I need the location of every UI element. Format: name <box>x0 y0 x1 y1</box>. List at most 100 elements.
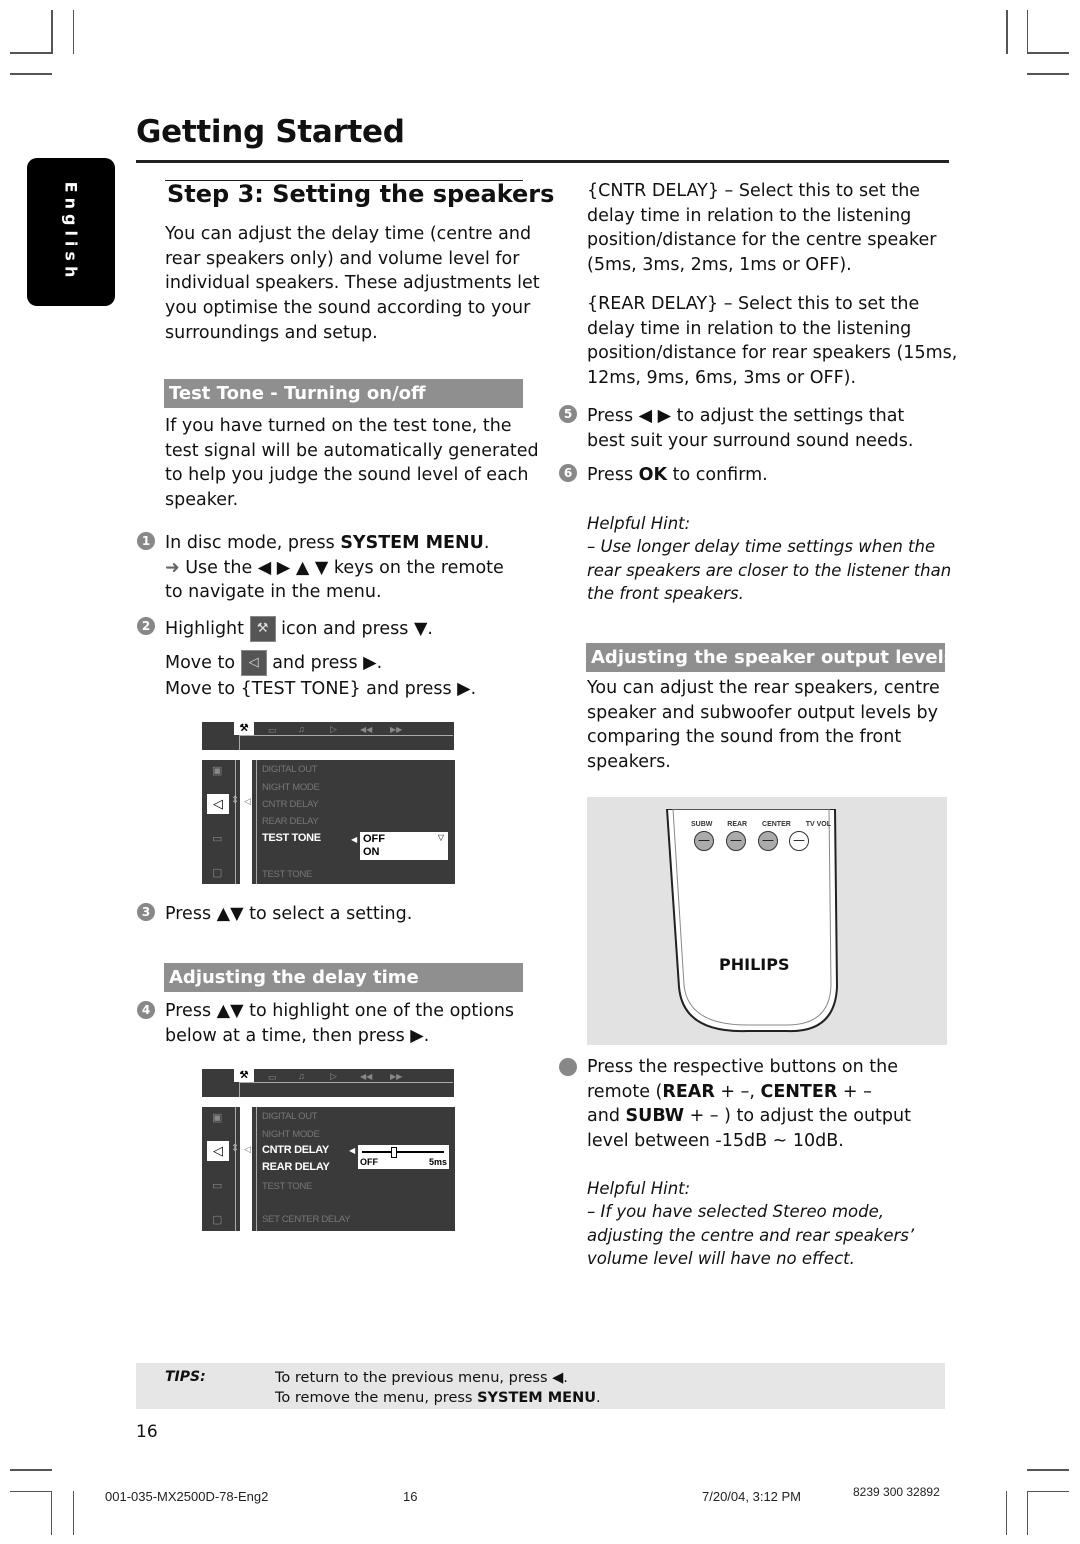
label-rear: REAR <box>727 821 748 828</box>
slider-thumb[interactable] <box>391 1147 398 1158</box>
footer-page: 16 <box>403 1489 418 1504</box>
osd-side-bar: ▣ ◁ ▭ ▢ <box>202 1107 240 1231</box>
text-line: You can adjust the delay time (centre an… <box>165 224 532 244</box>
menu-item-rear-delay[interactable]: REAR DELAY <box>262 816 319 827</box>
tips-label: TIPS: <box>165 1369 206 1385</box>
text-line: rear speakers only) and volume level for <box>165 248 520 269</box>
menu-item-test-tone[interactable]: TEST TONE <box>262 1181 312 1192</box>
osd-menu-panel: DIGITAL OUT NIGHT MODE CNTR DELAY REAR D… <box>252 1107 455 1231</box>
page-title: Getting Started <box>136 114 405 150</box>
delay-slider[interactable]: OFF 5ms <box>358 1145 449 1169</box>
remote-illustration: SUBW REAR CENTER TV VOL — — — — PHILIPS <box>587 797 947 1045</box>
test-tone-dropdown[interactable]: OFF ON ▽ <box>360 832 448 860</box>
step-2-text: Highlight ⚒ icon and press ▼. Move to ◁ … <box>165 616 476 702</box>
subw-minus-button[interactable]: — <box>694 831 714 851</box>
step-3-text: Press ▲▼ to select a setting. <box>165 904 413 924</box>
step-5-text: Press ◀ ▶ to adjust the settings that be… <box>587 404 913 453</box>
divider <box>235 1107 236 1231</box>
back-arrow-icon: ◁ <box>244 797 251 807</box>
menu-item-rear-delay[interactable]: REAR DELAY <box>262 1161 330 1173</box>
crop-mark <box>73 1491 74 1535</box>
text-line: You can adjust the rear speakers, centre <box>587 678 940 698</box>
text-line: delay time in relation to the listening <box>587 318 912 339</box>
tips-text: To return to the previous menu, press ◀.… <box>275 1368 601 1408</box>
text-line: To return to the previous menu, press ◀. <box>275 1370 568 1386</box>
osd-side-bar: ▣ ◁ ▭ ▢ <box>202 760 240 884</box>
hint-title: Helpful Hint: <box>587 1179 691 1198</box>
language-icon[interactable]: ▭ <box>212 832 222 845</box>
osd-menu-panel: DIGITAL OUT NIGHT MODE CNTR DELAY REAR D… <box>252 760 455 884</box>
text: icon and press ▼. <box>275 619 433 639</box>
text: Highlight <box>165 619 250 639</box>
updown-icon: ⇕ <box>231 795 240 806</box>
settings-tab-icon[interactable]: ⚒ <box>234 1069 254 1082</box>
text-line: 12ms, 9ms, 6ms, 3ms or OFF). <box>587 368 857 389</box>
text: + – ) to adjust the output <box>684 1106 911 1127</box>
play-tab-icon[interactable]: ▷ <box>330 724 337 735</box>
step-number-3: 3 <box>137 903 155 921</box>
brand-logo: PHILIPS <box>719 955 790 974</box>
language-icon[interactable]: ▭ <box>212 1179 222 1192</box>
settings-tab-icon[interactable]: ⚒ <box>234 722 254 735</box>
audio-tab-icon[interactable]: ♫ <box>298 1071 305 1081</box>
step-number-2: 2 <box>137 617 155 635</box>
forward-tab-icon[interactable]: ▶▶ <box>390 725 402 734</box>
center-minus-button[interactable]: — <box>758 831 778 851</box>
crop-mark <box>1006 1491 1007 1535</box>
language-tab: English <box>27 158 115 306</box>
menu-item-digital-out[interactable]: DIGITAL OUT <box>262 764 318 775</box>
section-heading-test-tone: Test Tone - Turning on/off <box>164 379 523 408</box>
menu-item-night-mode[interactable]: NIGHT MODE <box>262 782 320 793</box>
crop-mark <box>1027 1491 1069 1492</box>
speaker-icon[interactable]: ◁ <box>207 794 229 814</box>
tab-rule <box>239 1082 240 1097</box>
tvvol-minus-button[interactable]: — <box>789 831 809 851</box>
key-name: CENTER <box>760 1081 838 1102</box>
menu-item-test-tone[interactable]: TEST TONE <box>262 832 321 844</box>
text-line: comparing the sound from the front <box>587 727 902 748</box>
test-tone-intro: If you have turned on the test tone, the… <box>165 414 539 513</box>
preferences-icon[interactable]: ▢ <box>212 866 222 879</box>
text: to confirm. <box>667 465 768 485</box>
remote-labels: SUBW REAR CENTER TV VOL <box>691 821 831 828</box>
menu-item-night-mode[interactable]: NIGHT MODE <box>262 1129 320 1140</box>
speaker-icon[interactable]: ◁ <box>207 1141 229 1161</box>
play-tab-icon[interactable]: ▷ <box>330 1071 337 1082</box>
crop-mark <box>73 10 74 54</box>
text-line: {CNTR DELAY} – Select this to set the <box>587 181 921 201</box>
osd-status-text: SET CENTER DELAY <box>262 1214 351 1225</box>
text-line: Press ▲▼ to highlight one of the options <box>165 1001 515 1021</box>
option-off[interactable]: OFF <box>363 833 385 845</box>
audio-tab-icon[interactable]: ♫ <box>298 724 305 734</box>
rewind-tab-icon[interactable]: ◀◀ <box>360 725 372 734</box>
text-line: speaker. <box>165 490 239 511</box>
text: . <box>483 533 490 553</box>
rewind-tab-icon[interactable]: ◀◀ <box>360 1072 372 1081</box>
text: Move to <box>165 653 241 673</box>
option-on[interactable]: ON <box>363 846 380 858</box>
text-line: (5ms, 3ms, 2ms, 1ms or OFF). <box>587 255 852 276</box>
tips-box: TIPS: To return to the previous menu, pr… <box>136 1363 945 1409</box>
key-name: OK <box>638 465 668 485</box>
text: In disc mode, press <box>165 533 341 553</box>
updown-icon: ⇕ <box>231 1143 240 1154</box>
menu-item-cntr-delay[interactable]: CNTR DELAY <box>262 799 319 810</box>
forward-tab-icon[interactable]: ▶▶ <box>390 1072 402 1081</box>
menu-item-digital-out[interactable]: DIGITAL OUT <box>262 1111 318 1122</box>
picture-icon[interactable]: ▣ <box>212 1111 222 1124</box>
rear-minus-button[interactable]: — <box>726 831 746 851</box>
preferences-icon[interactable]: ▢ <box>212 1213 222 1226</box>
left-arrow-icon: ◀ <box>351 835 358 844</box>
menu-item-cntr-delay[interactable]: CNTR DELAY <box>262 1144 329 1156</box>
picture-icon[interactable]: ▣ <box>212 764 222 777</box>
bullet-icon <box>559 1058 577 1076</box>
divider <box>235 760 236 884</box>
text: remote ( <box>587 1081 663 1102</box>
text: Press <box>587 465 639 485</box>
text-line: adjusting the centre and rear speakers’ <box>587 1225 915 1245</box>
text-line: position/distance for the centre speaker <box>587 230 937 251</box>
language-label: English <box>61 181 81 283</box>
footer-code: 8239 300 32892 <box>853 1485 940 1499</box>
divider <box>256 760 257 884</box>
levels-intro: You can adjust the rear speakers, centre… <box>587 676 940 775</box>
